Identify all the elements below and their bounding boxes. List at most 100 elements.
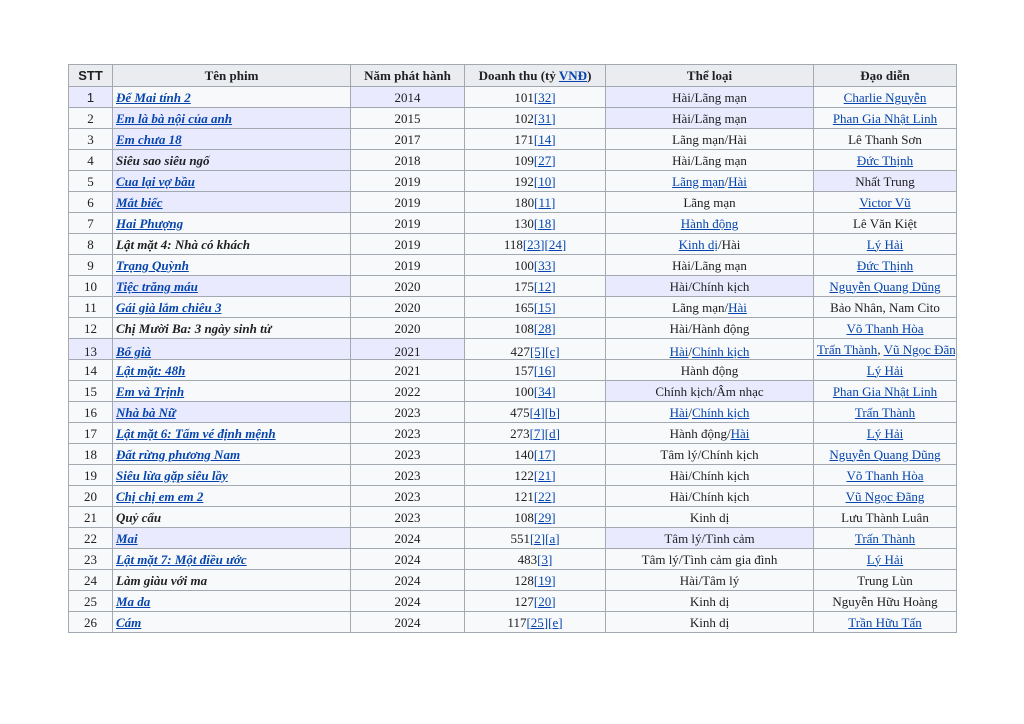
director-link[interactable]: Charlie Nguyễn [844,90,927,105]
citation-link[interactable]: [a] [545,531,559,546]
film-title-link[interactable]: Lật mặt 7: Một điều ước [116,552,247,567]
cell-stt: 5 [68,170,113,192]
genre-text: Tâm lý/Tình cảm gia đình [641,551,778,567]
director-link[interactable]: Lý Hải [867,552,903,567]
director-link[interactable]: Vũ Ngọc Đãng [884,342,956,357]
cell-title: Nhà bà Nữ [112,401,351,423]
citation-link[interactable]: [10] [534,174,556,189]
citation-link[interactable]: [2] [530,531,545,546]
citation-link[interactable]: [19] [534,573,556,588]
film-title-link[interactable]: Hai Phượng [116,216,183,231]
citation-link[interactable]: [18] [534,216,556,231]
director-link[interactable]: Phan Gia Nhật Linh [833,384,937,399]
citation-link[interactable]: [20] [534,594,556,609]
citation-link[interactable]: [33] [534,258,556,273]
citation-link[interactable]: [e] [548,615,562,630]
director-link[interactable]: Võ Thanh Hòa [846,321,923,336]
film-title-link[interactable]: Đất rừng phương Nam [116,447,240,462]
genre-link[interactable]: Kinh dị [679,237,718,252]
film-title-link[interactable]: Gái già lắm chiêu 3 [116,300,221,315]
citation-link[interactable]: [14] [534,132,556,147]
director-link[interactable]: Lý Hải [867,363,903,378]
film-title-link[interactable]: Tiệc trăng máu [116,279,198,294]
film-title-link[interactable]: Cám [116,615,141,630]
citation-link[interactable]: [21] [534,468,556,483]
genre-link[interactable]: Hành động [681,216,738,231]
citation-link[interactable]: [24] [545,237,567,252]
director-link[interactable]: Trần Hữu Tấn [848,615,922,630]
director-link[interactable]: Phan Gia Nhật Linh [833,111,937,126]
citation-link[interactable]: [34] [534,384,556,399]
film-title-link[interactable]: Em là bà nội của anh [116,111,232,126]
genre-link[interactable]: Hài [731,426,750,441]
director-link[interactable]: Victor Vũ [859,195,910,210]
director-link[interactable]: Đức Thịnh [857,153,913,168]
citation-link[interactable]: [b] [545,405,560,420]
citation-link[interactable]: [27] [534,153,556,168]
genre-link[interactable]: Chính kịch [692,405,749,420]
citation-link[interactable]: [c] [545,344,559,359]
film-title-link[interactable]: Mai [116,531,138,546]
cell-revenue: 483[3] [464,548,606,570]
film-title-link[interactable]: Em và Trịnh [116,384,184,399]
film-title-link[interactable]: Bố già [116,344,151,359]
citation-link[interactable]: [22] [534,489,556,504]
citation-link[interactable]: [4] [530,405,545,420]
director-link[interactable]: Nguyễn Quang Dũng [829,447,940,462]
genre-text: Lãng mạn [683,194,736,210]
film-title-link[interactable]: Lật mặt 6: Tấm vé định mệnh [116,426,276,441]
cell-year: 2023 [350,443,465,465]
citation-link[interactable]: [3] [537,552,552,567]
citation-link[interactable]: [15] [534,300,556,315]
citation-link[interactable]: [28] [534,321,556,336]
film-title-link[interactable]: Chị chị em em 2 [116,489,203,504]
film-title-link[interactable]: Em chưa 18 [116,132,182,147]
director-link[interactable]: Trấn Thành [855,405,915,420]
genre-link[interactable]: Hài [728,174,747,189]
film-title-link[interactable]: Trạng Quỳnh [116,258,189,273]
film-title-link[interactable]: Siêu lừa gặp siêu lầy [116,468,228,483]
table-row: 3 Em chưa 18 2017 171[14] Lãng mạn/Hài Lê Tha… [68,128,957,150]
cell-director: Lý Hải [813,359,957,381]
citation-link[interactable]: [5] [530,344,545,359]
director-link[interactable]: Lý Hải [867,237,903,252]
citation-link[interactable]: [29] [534,510,556,525]
director-link[interactable]: Vũ Ngọc Đãng [846,489,925,504]
genre-link[interactable]: Chính kịch [692,344,749,359]
cell-genre: Kinh dị/Hài [605,233,814,255]
vnd-link[interactable]: VNĐ [559,68,587,83]
film-title-link[interactable]: Nhà bà Nữ [116,405,176,420]
genre-link[interactable]: Lãng mạn [672,174,724,189]
film-title-link[interactable]: Cua lại vợ bầu [116,174,195,189]
revenue-value: 551 [510,530,530,546]
citation-link[interactable]: [16] [534,363,556,378]
director-link[interactable]: Nguyễn Quang Dũng [829,279,940,294]
genre-link[interactable]: Hài [670,405,689,420]
cell-year: 2021 [350,338,465,360]
revenue-value: 165 [514,299,534,315]
film-title-link[interactable]: Ma da [116,594,150,609]
film-title-link[interactable]: Để Mai tính 2 [116,90,191,105]
cell-revenue: 427[5][c] [464,338,606,360]
revenue-value: 102 [514,110,534,126]
cell-year: 2024 [350,527,465,549]
film-title-link[interactable]: Lật mặt: 48h [116,363,185,378]
citation-link[interactable]: [12] [534,279,556,294]
citation-link[interactable]: [11] [534,195,555,210]
director-link[interactable]: Trấn Thành [855,531,915,546]
citation-link[interactable]: [25] [526,615,548,630]
director-link[interactable]: Lý Hải [867,426,903,441]
film-title-link[interactable]: Mắt biếc [116,195,163,210]
citation-link[interactable]: [31] [534,111,556,126]
citation-link[interactable]: [17] [534,447,556,462]
genre-link[interactable]: Hài [728,300,747,315]
citation-link[interactable]: [32] [534,90,556,105]
citation-link[interactable]: [7] [530,426,545,441]
cell-year: 2018 [350,149,465,171]
citation-link[interactable]: [23] [523,237,545,252]
citation-link[interactable]: [d] [545,426,560,441]
director-link[interactable]: Đức Thịnh [857,258,913,273]
director-link[interactable]: Trấn Thành [817,342,877,357]
director-link[interactable]: Võ Thanh Hòa [846,468,923,483]
genre-link[interactable]: Hài [670,344,689,359]
